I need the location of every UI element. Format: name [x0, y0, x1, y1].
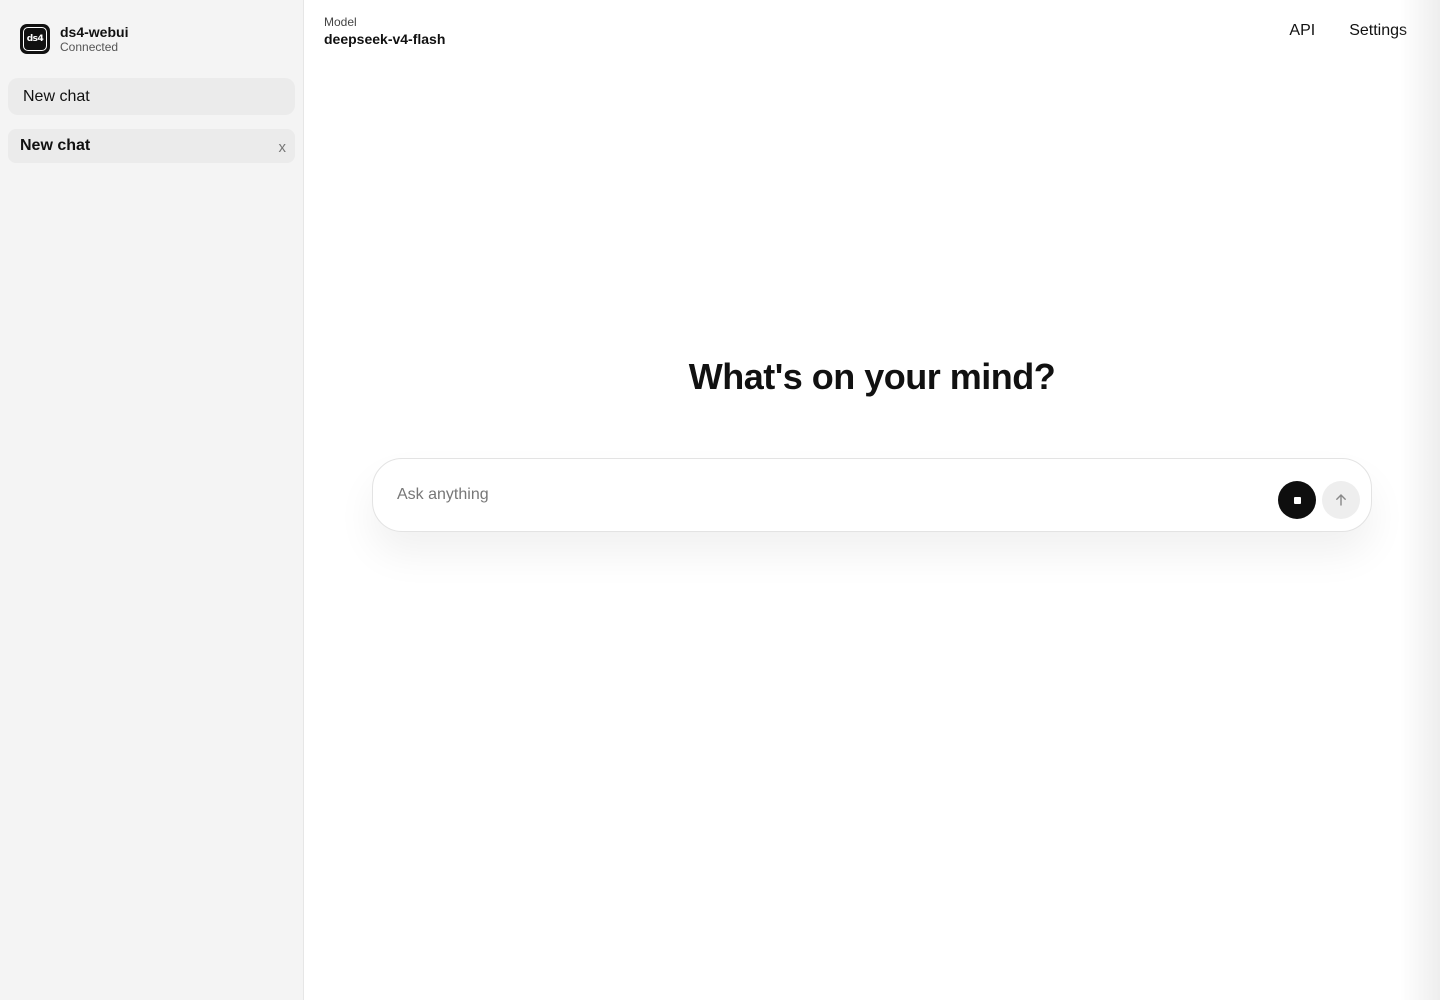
- logo-text: ds4: [23, 27, 47, 51]
- model-label: Model: [324, 15, 357, 29]
- main-panel: Model deepseek-v4-flash API Settings Wha…: [304, 0, 1440, 1000]
- model-name: deepseek-v4-flash: [324, 31, 446, 47]
- scroll-shade: [1400, 0, 1440, 1000]
- brand-text: ds4-webui Connected: [60, 24, 128, 54]
- model-selector[interactable]: Model deepseek-v4-flash: [324, 14, 445, 48]
- api-link[interactable]: API: [1289, 22, 1315, 48]
- stop-icon: [1293, 496, 1301, 504]
- new-chat-button[interactable]: New chat: [8, 78, 295, 115]
- chat-list-item[interactable]: New chat x: [8, 129, 295, 163]
- top-bar: Model deepseek-v4-flash API Settings: [324, 14, 1407, 48]
- app-logo: ds4: [20, 24, 50, 54]
- chat-list: New chat x: [8, 129, 295, 163]
- sidebar: ds4 ds4-webui Connected New chat New cha…: [0, 0, 304, 1000]
- arrow-up-icon: [1336, 494, 1346, 506]
- top-links: API Settings: [1289, 14, 1407, 48]
- message-input[interactable]: [397, 486, 1278, 504]
- page-title: What's on your mind?: [688, 356, 1056, 397]
- stop-button[interactable]: [1278, 481, 1316, 519]
- settings-link[interactable]: Settings: [1349, 22, 1407, 48]
- chat-title: New chat: [20, 137, 91, 154]
- connection-status: Connected: [60, 40, 119, 54]
- app-name: ds4-webui: [60, 24, 129, 40]
- brand-header: ds4 ds4-webui Connected: [8, 0, 295, 78]
- send-button[interactable]: [1322, 481, 1360, 519]
- app-root: ds4 ds4-webui Connected New chat New cha…: [0, 0, 1440, 1000]
- delete-chat-button[interactable]: x: [279, 139, 287, 156]
- chat-composer: [372, 458, 1372, 532]
